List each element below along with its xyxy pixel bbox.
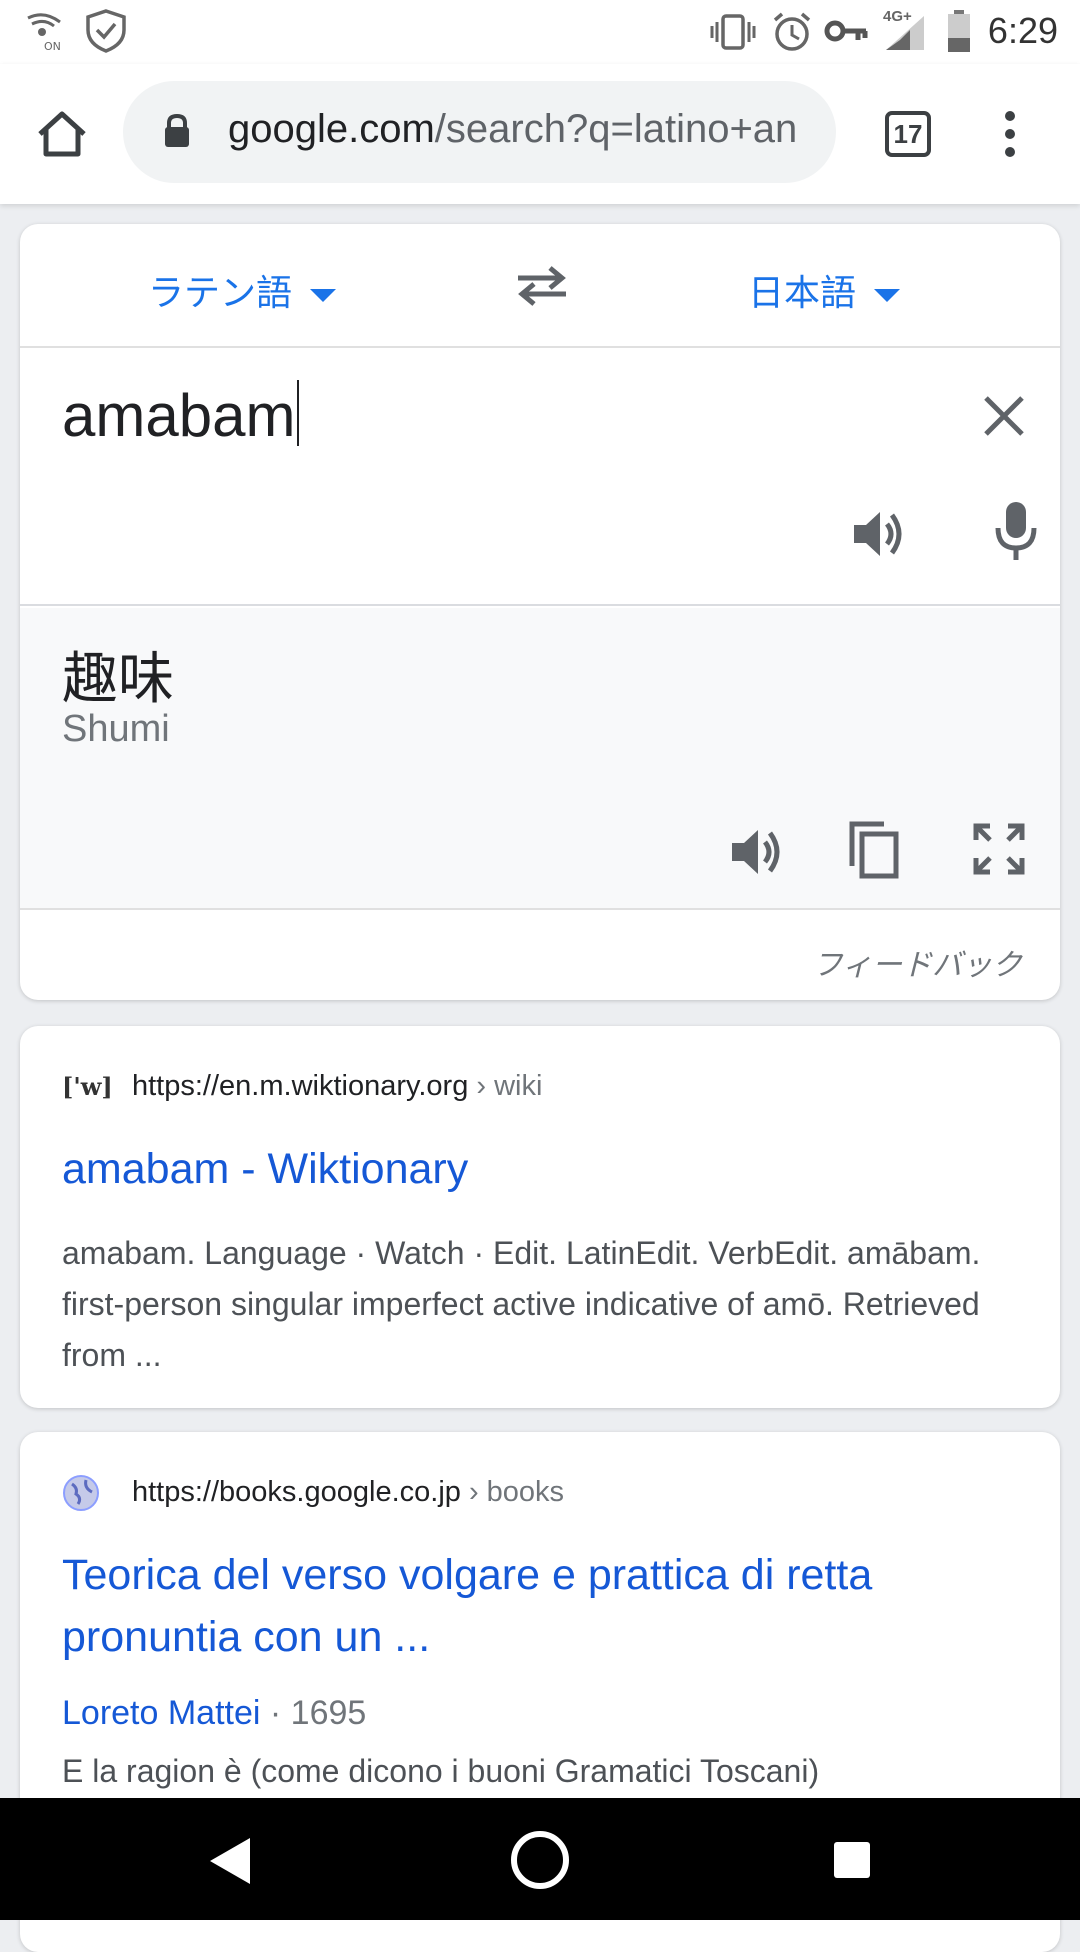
language-row: ラテン語 日本語 bbox=[20, 224, 1060, 348]
result-snippet: E la ragion è (come dicono i buoni Grama… bbox=[62, 1753, 820, 1789]
vibrate-icon bbox=[710, 14, 756, 50]
swap-languages-icon[interactable] bbox=[514, 264, 570, 308]
source-language-select[interactable]: ラテン語 bbox=[148, 264, 337, 316]
result-url: https://books.google.co.jp bbox=[132, 1476, 461, 1508]
result-source-url[interactable]: https://books.google.co.jp › books bbox=[132, 1476, 564, 1509]
status-time: 6:29 bbox=[987, 10, 1058, 51]
search-result: ['w] https://en.m.wiktionary.org › wiki … bbox=[20, 1026, 1060, 1408]
source-text-value: amabam bbox=[62, 382, 296, 449]
lock-icon bbox=[165, 113, 189, 147]
result-breadcrumb: › wiki bbox=[476, 1070, 543, 1102]
copy-icon[interactable] bbox=[846, 818, 902, 880]
chevron-down-icon bbox=[310, 288, 337, 302]
shield-check-icon bbox=[86, 9, 126, 53]
speaker-icon[interactable] bbox=[850, 506, 906, 562]
wiktionary-favicon: ['w] bbox=[62, 1072, 113, 1101]
source-language-label: ラテン語 bbox=[148, 272, 293, 313]
result-breadcrumb: › books bbox=[468, 1476, 565, 1508]
globe-icon bbox=[63, 1475, 99, 1511]
close-icon[interactable] bbox=[982, 394, 1026, 438]
svg-text:ON: ON bbox=[44, 40, 61, 52]
url-domain: google.com bbox=[228, 107, 435, 151]
result-title-link[interactable]: amabam - Wiktionary bbox=[62, 1138, 1022, 1200]
translation-romanization: Shumi bbox=[62, 708, 170, 750]
microphone-icon[interactable] bbox=[994, 500, 1038, 562]
speaker-icon[interactable] bbox=[728, 824, 784, 880]
result-snippet: amabam. Language · Watch · Edit. LatinEd… bbox=[62, 1235, 981, 1373]
battery-icon bbox=[948, 10, 970, 52]
translate-card: ラテン語 日本語 amabam 趣味 Shumi フィードバック bbox=[20, 224, 1060, 1000]
signal-icon bbox=[886, 16, 924, 50]
vpn-key-icon bbox=[824, 20, 868, 42]
source-text-input[interactable]: amabam bbox=[62, 380, 299, 450]
recents-icon[interactable] bbox=[832, 1840, 872, 1880]
translation-text: 趣味 bbox=[62, 647, 174, 710]
fullscreen-icon[interactable] bbox=[972, 822, 1026, 876]
url-path: /search?q=latino+an bbox=[434, 107, 798, 151]
result-title-link[interactable]: Teorica del verso volgare e prattica di … bbox=[62, 1544, 1022, 1668]
feedback-link[interactable]: フィードバック bbox=[813, 940, 1022, 984]
result-year: · 1695 bbox=[269, 1694, 367, 1732]
target-language-select[interactable]: 日本語 bbox=[748, 264, 901, 316]
system-navigation-bar bbox=[0, 1798, 1080, 1920]
target-language-label: 日本語 bbox=[748, 272, 857, 313]
tab-switcher-button[interactable]: 17 bbox=[885, 111, 931, 157]
result-author-line: Loreto Mattei · 1695 bbox=[62, 1694, 366, 1733]
home-circle-icon[interactable] bbox=[510, 1830, 570, 1890]
chevron-down-icon bbox=[874, 288, 901, 302]
translation-output-area: 趣味 Shumi bbox=[20, 608, 1060, 910]
source-text-area[interactable]: amabam bbox=[20, 350, 1060, 606]
status-bar: ON 4G+ 6:29 bbox=[0, 0, 1080, 64]
result-source-url[interactable]: https://en.m.wiktionary.org › wiki bbox=[132, 1070, 542, 1103]
address-bar[interactable]: google.com/search?q=latino+an bbox=[123, 81, 836, 183]
wifi-calling-icon: ON bbox=[27, 13, 61, 52]
result-url: https://en.m.wiktionary.org bbox=[132, 1070, 469, 1102]
more-options-icon[interactable] bbox=[1000, 110, 1020, 158]
home-icon[interactable] bbox=[36, 110, 88, 158]
result-author-link[interactable]: Loreto Mattei bbox=[62, 1694, 260, 1732]
back-icon[interactable] bbox=[208, 1836, 252, 1886]
alarm-icon bbox=[773, 12, 811, 51]
url-text: google.com/search?q=latino+an bbox=[228, 107, 797, 152]
browser-toolbar: google.com/search?q=latino+an 17 bbox=[0, 64, 1080, 204]
